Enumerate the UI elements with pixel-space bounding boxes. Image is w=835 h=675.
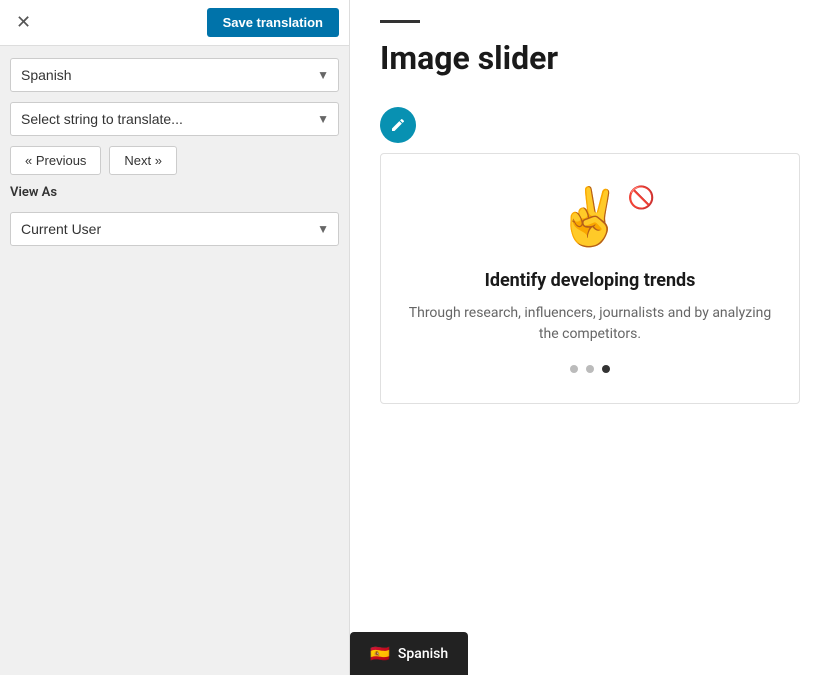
view-as-select[interactable]: Current User Administrator Guest xyxy=(10,212,339,246)
slider-text: Through research, influencers, journalis… xyxy=(401,303,779,345)
slider-card: ✌️ 🚫 Identify developing trends Through … xyxy=(380,153,800,404)
left-panel: ✕ Save translation Spanish French German… xyxy=(0,0,350,675)
block-icon: 🚫 xyxy=(627,186,654,211)
next-button[interactable]: Next » xyxy=(109,146,177,175)
peace-emoji: ✌️ xyxy=(555,184,625,250)
pencil-icon xyxy=(390,117,406,133)
nav-buttons: « Previous Next » xyxy=(10,146,339,175)
dot-2 xyxy=(586,365,594,373)
dot-3 xyxy=(602,365,610,373)
right-panel: Image slider ✌️ 🚫 Identify developing tr… xyxy=(350,0,835,675)
previous-button[interactable]: « Previous xyxy=(10,146,101,175)
language-badge-label: Spanish xyxy=(398,646,448,662)
view-as-select-wrapper: Current User Administrator Guest ▼ xyxy=(10,212,339,246)
string-select-wrapper: Select string to translate... ▼ xyxy=(10,102,339,136)
view-as-label: View As xyxy=(10,185,339,200)
save-translation-button[interactable]: Save translation xyxy=(207,8,339,37)
slider-dots xyxy=(401,365,779,373)
divider xyxy=(380,20,420,23)
panel-content: Spanish French German Italian Portuguese… xyxy=(0,46,349,258)
string-select[interactable]: Select string to translate... xyxy=(10,102,339,136)
flag-icon: 🇪🇸 xyxy=(370,644,390,663)
language-select[interactable]: Spanish French German Italian Portuguese xyxy=(10,58,339,92)
language-select-wrapper: Spanish French German Italian Portuguese… xyxy=(10,58,339,92)
page-title: Image slider xyxy=(380,39,805,77)
close-button[interactable]: ✕ xyxy=(10,10,37,35)
edit-slider-button[interactable] xyxy=(380,107,416,143)
slider-image-area: ✌️ 🚫 xyxy=(555,184,625,250)
language-badge[interactable]: 🇪🇸 Spanish xyxy=(350,632,468,675)
dot-1 xyxy=(570,365,578,373)
top-bar: ✕ Save translation xyxy=(0,0,349,46)
slider-heading: Identify developing trends xyxy=(401,270,779,291)
